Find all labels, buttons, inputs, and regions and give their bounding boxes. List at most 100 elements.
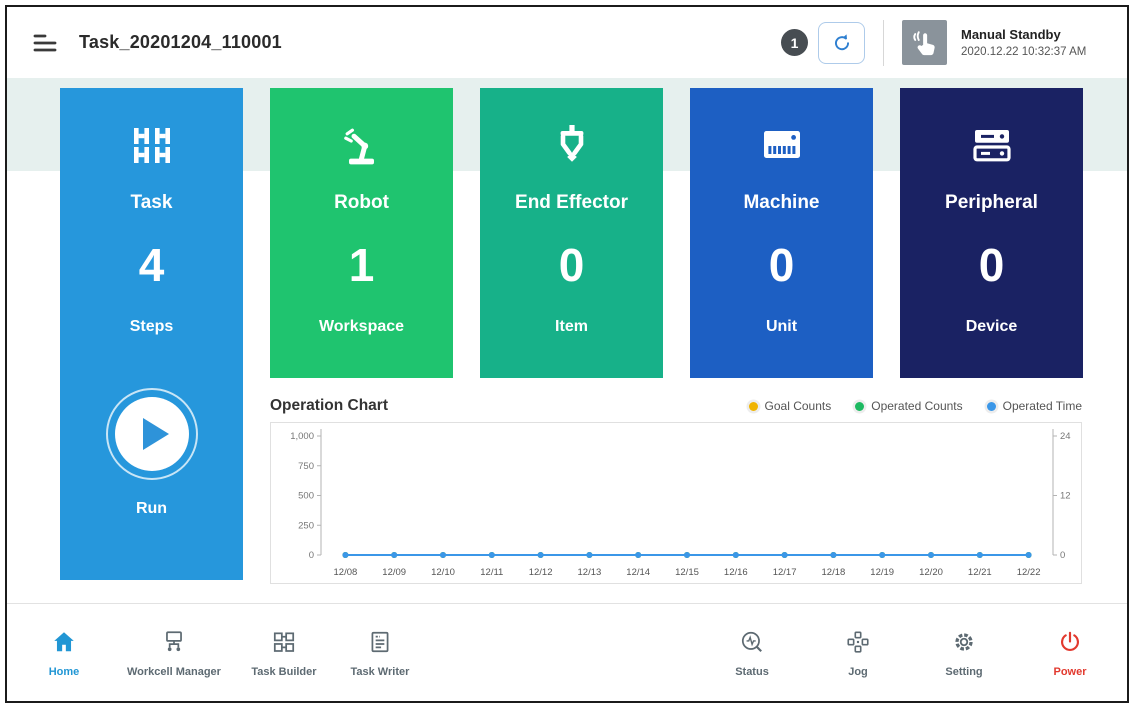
operated-time-dot bbox=[987, 402, 996, 411]
svg-text:12/16: 12/16 bbox=[724, 567, 748, 578]
svg-text:24: 24 bbox=[1060, 431, 1071, 442]
svg-text:12/22: 12/22 bbox=[1017, 567, 1041, 578]
home-icon bbox=[49, 627, 79, 657]
svg-text:12/12: 12/12 bbox=[529, 567, 553, 578]
notification-badge[interactable]: 1 bbox=[781, 29, 808, 56]
nav-label: Task Builder bbox=[251, 666, 316, 678]
svg-text:12/20: 12/20 bbox=[919, 567, 943, 578]
nav-label: Power bbox=[1053, 666, 1086, 678]
peripheral-icon bbox=[968, 121, 1016, 169]
card-sublabel: Unit bbox=[766, 318, 797, 336]
svg-text:500: 500 bbox=[298, 491, 314, 502]
svg-text:12/18: 12/18 bbox=[822, 567, 846, 578]
operation-chart: 1,000 750 500 250 0 24 12 0 12/08 12/09 12/10 12/11… bbox=[270, 422, 1082, 584]
svg-text:12/15: 12/15 bbox=[675, 567, 699, 578]
task-card[interactable]: Task 4 Steps Run bbox=[60, 88, 243, 580]
svg-text:12/14: 12/14 bbox=[626, 567, 650, 578]
operated-counts-dot bbox=[855, 402, 864, 411]
legend-operated-counts: Operated Counts bbox=[855, 399, 962, 413]
svg-text:12/10: 12/10 bbox=[431, 567, 455, 578]
nav-label: Home bbox=[49, 666, 80, 678]
card-label: Peripheral bbox=[945, 192, 1038, 214]
svg-text:0: 0 bbox=[1060, 550, 1065, 561]
status-icon bbox=[737, 627, 767, 657]
svg-text:250: 250 bbox=[298, 520, 314, 531]
header: Task_20201204_110001 1 bbox=[7, 7, 1127, 78]
run-label: Run bbox=[136, 500, 167, 518]
svg-text:0: 0 bbox=[309, 550, 314, 561]
svg-text:12/11: 12/11 bbox=[480, 567, 503, 578]
task-card-value: 4 bbox=[139, 242, 165, 288]
card-value: 0 bbox=[559, 242, 585, 288]
machine-icon bbox=[758, 121, 806, 169]
legend-operated-time: Operated Time bbox=[987, 399, 1082, 413]
card-value: 0 bbox=[769, 242, 795, 288]
card-label: Robot bbox=[334, 192, 389, 214]
workcell-manager-icon bbox=[159, 627, 189, 657]
task-card-sublabel: Steps bbox=[130, 318, 174, 336]
operation-chart-canvas: 1,000 750 500 250 0 24 12 0 12/08 12/09 12/10 12/11… bbox=[271, 423, 1081, 583]
jog-icon bbox=[843, 627, 873, 657]
hand-icon bbox=[910, 28, 940, 58]
svg-text:12/08: 12/08 bbox=[334, 567, 358, 578]
card-label: Machine bbox=[743, 192, 819, 214]
header-divider bbox=[883, 20, 884, 66]
svg-text:12/13: 12/13 bbox=[578, 567, 602, 578]
gear-icon bbox=[949, 627, 979, 657]
nav-setting[interactable]: Setting bbox=[931, 627, 997, 678]
nav-label: Jog bbox=[848, 666, 868, 678]
nav-label: Task Writer bbox=[351, 666, 410, 678]
svg-text:12: 12 bbox=[1060, 491, 1071, 502]
power-icon bbox=[1055, 627, 1085, 657]
nav-jog[interactable]: Jog bbox=[825, 627, 891, 678]
chart-title: Operation Chart bbox=[270, 397, 388, 415]
svg-text:12/19: 12/19 bbox=[870, 567, 894, 578]
peripheral-card[interactable]: Peripheral 0 Device bbox=[900, 88, 1083, 378]
goal-counts-dot bbox=[749, 402, 758, 411]
svg-text:1,000: 1,000 bbox=[290, 431, 314, 442]
mode-label: Manual Standby bbox=[961, 27, 1111, 42]
header-right: 1 Manual Standby 2020.12. bbox=[781, 20, 1111, 66]
nav-workcell-manager[interactable]: Workcell Manager bbox=[127, 627, 221, 678]
menu-icon[interactable] bbox=[31, 31, 59, 55]
app-window: Task_20201204_110001 1 bbox=[5, 5, 1129, 703]
page-title: Task_20201204_110001 bbox=[79, 32, 282, 53]
svg-text:12/21: 12/21 bbox=[968, 567, 992, 578]
run-button[interactable] bbox=[106, 388, 198, 480]
legend-label: Operated Counts bbox=[871, 399, 962, 413]
task-icon bbox=[128, 121, 176, 169]
chart-legend: Goal Counts Operated Counts Operated Tim… bbox=[749, 399, 1082, 413]
svg-text:12/17: 12/17 bbox=[773, 567, 797, 578]
card-label: End Effector bbox=[515, 192, 628, 214]
legend-label: Goal Counts bbox=[765, 399, 832, 413]
nav-label: Setting bbox=[945, 666, 982, 678]
nav-power[interactable]: Power bbox=[1037, 627, 1103, 678]
nav-group-left: Home Workcell Manager bbox=[31, 627, 413, 678]
legend-goal-counts: Goal Counts bbox=[749, 399, 832, 413]
card-value: 0 bbox=[979, 242, 1005, 288]
task-card-label: Task bbox=[131, 192, 173, 214]
svg-text:12/09: 12/09 bbox=[382, 567, 406, 578]
machine-card[interactable]: Machine 0 Unit bbox=[690, 88, 873, 378]
mode-status: Manual Standby 2020.12.22 10:32:37 AM bbox=[961, 27, 1111, 58]
nav-label: Status bbox=[735, 666, 769, 678]
card-sublabel: Workspace bbox=[319, 318, 404, 336]
nav-home[interactable]: Home bbox=[31, 627, 97, 678]
refresh-button[interactable] bbox=[818, 22, 865, 64]
robot-card[interactable]: Robot 1 Workspace bbox=[270, 88, 453, 378]
end-effector-card[interactable]: End Effector 0 Item bbox=[480, 88, 663, 378]
refresh-icon bbox=[831, 32, 853, 54]
nav-status[interactable]: Status bbox=[719, 627, 785, 678]
mode-datetime: 2020.12.22 10:32:37 AM bbox=[961, 46, 1111, 58]
svg-text:750: 750 bbox=[298, 461, 314, 472]
play-icon bbox=[115, 397, 189, 471]
nav-task-writer[interactable]: Task Writer bbox=[347, 627, 413, 678]
nav-task-builder[interactable]: Task Builder bbox=[251, 627, 317, 678]
nav-group-right: Status Jog bbox=[719, 627, 1103, 678]
manual-mode-button[interactable] bbox=[902, 20, 947, 65]
nav-label: Workcell Manager bbox=[127, 666, 221, 678]
task-builder-icon bbox=[269, 627, 299, 657]
chart-header: Operation Chart Goal Counts Operated Cou… bbox=[270, 393, 1082, 419]
end-effector-icon bbox=[548, 121, 596, 169]
card-sublabel: Device bbox=[966, 318, 1018, 336]
